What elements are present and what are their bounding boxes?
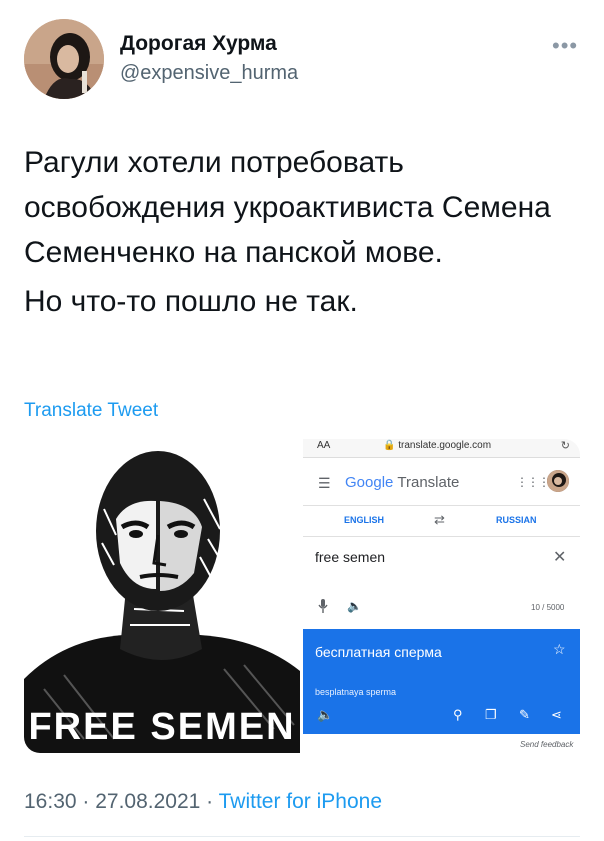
send-feedback-link: Send feedback bbox=[520, 740, 574, 749]
gt-account-avatar bbox=[547, 470, 569, 492]
tweet-text: Рагули хотели потребовать освобождения у… bbox=[24, 140, 564, 324]
display-name[interactable]: Дорогая Хурма bbox=[120, 32, 277, 56]
gt-header: ☰ Google Translate ⋮⋮⋮ bbox=[303, 461, 580, 506]
target-language: RUSSIAN bbox=[496, 515, 537, 525]
artwork-shirt-text: FREE SEMEN bbox=[28, 706, 295, 748]
tweet-source-link[interactable]: Twitter for iPhone bbox=[219, 790, 382, 813]
media-image-artwork[interactable]: FREE SEMEN bbox=[24, 439, 300, 753]
speaker-icon: 🔈 bbox=[317, 707, 334, 722]
search-icon: ⚲ bbox=[453, 707, 463, 722]
translate-tweet-link[interactable]: Translate Tweet bbox=[24, 400, 158, 422]
star-icon: ☆ bbox=[553, 641, 566, 657]
speaker-icon: 🔈 bbox=[347, 599, 362, 613]
browser-url-text: translate.google.com bbox=[398, 440, 492, 451]
browser-url-bar: AA 🔒 translate.google.com ↻ bbox=[303, 439, 580, 458]
gt-logo-translate: Translate bbox=[397, 474, 460, 491]
char-count: 10 / 5000 bbox=[531, 603, 565, 612]
media-grid: FREE SEMEN AA 🔒 translate.google.com ↻ ☰… bbox=[24, 439, 580, 753]
gt-result-card: бесплатная сперма ☆ besplatnaya sperma 🔈… bbox=[303, 629, 580, 734]
user-handle[interactable]: @expensive_hurma bbox=[120, 62, 298, 85]
lock-icon: 🔒 bbox=[383, 440, 396, 451]
apps-grid-icon: ⋮⋮⋮ bbox=[516, 475, 550, 489]
gt-logo: Google Translate bbox=[345, 474, 459, 491]
edit-pencil-icon: ✎ bbox=[519, 707, 530, 722]
tweet-timestamp[interactable]: 16:30 · 27.08.2021 · bbox=[24, 790, 219, 813]
tweet-paragraph-1: Рагули хотели потребовать освобождения у… bbox=[24, 146, 551, 269]
divider bbox=[24, 836, 580, 837]
avatar-photo bbox=[24, 19, 104, 99]
reader-aa-label: AA bbox=[317, 440, 331, 451]
tweet-metadata: 16:30 · 27.08.2021 · Twitter for iPhone bbox=[24, 790, 382, 814]
gt-input-text: free semen bbox=[315, 549, 386, 565]
share-icon: ⋖ bbox=[551, 707, 562, 722]
tweet-paragraph-2: Но что-то пошло не так. bbox=[24, 285, 358, 318]
more-options-icon[interactable]: ••• bbox=[552, 33, 578, 59]
source-language: ENGLISH bbox=[344, 515, 385, 525]
swap-languages-icon: ⇄ bbox=[434, 512, 445, 527]
gt-logo-google: Google bbox=[345, 474, 394, 491]
avatar[interactable] bbox=[24, 19, 104, 99]
copy-icon: ❐ bbox=[485, 707, 497, 722]
language-bar: ENGLISH ⇄ RUSSIAN bbox=[303, 506, 580, 537]
gt-avatar-photo bbox=[547, 470, 569, 492]
artwork-illustration: FREE SEMEN bbox=[24, 439, 300, 753]
reload-icon: ↻ bbox=[560, 440, 570, 452]
gt-result-text: бесплатная сперма bbox=[315, 644, 442, 660]
close-icon: ✕ bbox=[553, 549, 567, 566]
browser-url: 🔒 translate.google.com bbox=[383, 440, 491, 451]
gt-result-actions: 🔈 ⚲ ❐ ✎ ⋖ bbox=[303, 707, 580, 727]
media-image-translate-screenshot[interactable]: AA 🔒 translate.google.com ↻ ☰ Google Tran… bbox=[303, 439, 580, 753]
hamburger-menu-icon: ☰ bbox=[318, 475, 331, 491]
gt-input-area: free semen ✕ 🔈 10 / 5000 bbox=[303, 537, 580, 629]
microphone-icon bbox=[318, 599, 328, 613]
gt-transliteration: besplatnaya sperma bbox=[315, 687, 397, 697]
